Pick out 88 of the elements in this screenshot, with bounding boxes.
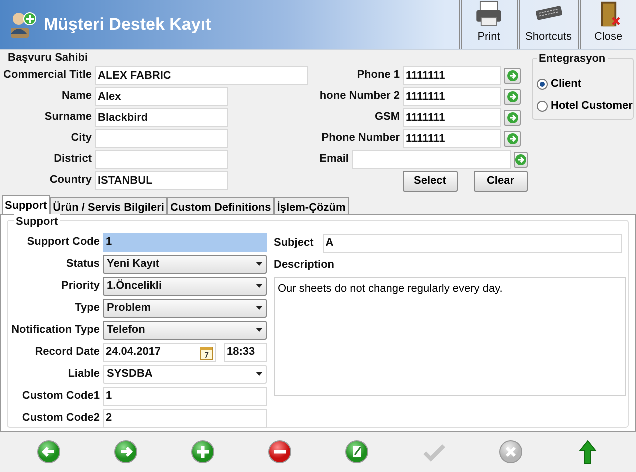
field-label: GSM (374, 110, 401, 126)
forward-icon (114, 440, 138, 464)
lookup-button[interactable] (514, 152, 528, 168)
lookup-button[interactable] (504, 110, 521, 126)
field-label: Email (318, 152, 350, 168)
dropdown[interactable]: SYSDBA (103, 364, 267, 384)
field-label: District (53, 152, 93, 168)
text-field[interactable]: Blackbird (95, 108, 228, 127)
text-field[interactable]: 1111111 (403, 108, 501, 127)
tab[interactable]: Support (2, 195, 50, 214)
lookup-button[interactable] (504, 68, 521, 84)
text-field[interactable]: 1111111 (403, 87, 501, 106)
field-label: Custom Code2 (21, 410, 101, 426)
group-title: Başvuru Sahibi (7, 52, 90, 65)
caret-icon (256, 328, 263, 332)
text-field[interactable] (352, 150, 511, 169)
text-field[interactable]: 1111111 (403, 66, 501, 85)
field-label: City (70, 131, 93, 146)
tab[interactable]: İşlem-Çözüm (274, 197, 349, 214)
action-button[interactable]: Select (403, 171, 458, 192)
field-label: Subject (274, 236, 314, 251)
add-button[interactable] (190, 440, 214, 464)
group-title: Entegrasyon (537, 51, 608, 68)
tab[interactable]: Custom Definitions (167, 197, 274, 214)
text-field[interactable] (95, 129, 228, 148)
text-field[interactable]: ISTANBUL (95, 171, 228, 190)
field-label: Custom Code1 (21, 388, 101, 404)
arrow-icon (515, 154, 527, 166)
tab[interactable]: Ürün / Servis Bilgileri (50, 197, 168, 214)
dropdown[interactable]: Telefon (103, 320, 267, 340)
arrow-icon (506, 70, 518, 82)
field-label: Commercial Title (2, 68, 93, 84)
window-title: Müşteri Destek Kayıt (44, 14, 212, 36)
field-label: Type (74, 300, 101, 316)
field-label: Support Code (26, 234, 101, 250)
field-label: Description (274, 258, 336, 273)
edit-button[interactable] (344, 440, 368, 464)
calendar-icon[interactable] (200, 344, 213, 360)
field-label: Country (48, 173, 93, 188)
back-icon (36, 440, 60, 464)
caret-icon (256, 284, 263, 288)
field-label: Phone Number (320, 131, 401, 146)
delete-icon (268, 440, 292, 464)
text-field[interactable]: 1111111 (403, 129, 501, 148)
caret-icon (256, 306, 263, 310)
field-label: hone Number 2 (318, 89, 401, 104)
group-title: Support (14, 214, 60, 230)
radio-option[interactable]: Hotel Customer (537, 95, 633, 117)
arrow-icon (506, 132, 518, 144)
text-field[interactable]: A (322, 234, 622, 252)
forward-button[interactable] (114, 440, 138, 464)
add-icon (190, 440, 214, 464)
field-label: Surname (44, 110, 93, 126)
description-field[interactable]: Our sheets do not change regularly every day. (274, 276, 626, 396)
dropdown[interactable]: 1.Öncelikli (103, 276, 267, 296)
text-field[interactable] (95, 150, 228, 169)
lookup-button[interactable] (504, 130, 521, 146)
user-add-icon (8, 10, 38, 40)
text-field[interactable]: 1 (103, 232, 267, 252)
arrow-icon (506, 112, 518, 124)
close-button[interactable]: Close (578, 0, 636, 49)
field-label: Phone 1 (356, 68, 401, 84)
print-button[interactable]: Print (458, 0, 517, 49)
lookup-button[interactable] (504, 88, 521, 104)
cancel-icon (498, 440, 522, 464)
edit-icon (344, 440, 368, 464)
field-label: Liable (67, 366, 101, 382)
text-field[interactable]: ALEX FABRIC (95, 66, 308, 85)
field-label: Record Date (34, 344, 101, 360)
delete-button[interactable] (268, 440, 292, 464)
caret-icon (256, 262, 263, 266)
dropdown[interactable]: Problem (103, 298, 267, 318)
text-field[interactable]: Alex (95, 87, 228, 106)
date-field[interactable]: 24.04.2017 (103, 342, 216, 362)
field-label: Priority (60, 278, 101, 294)
text-field[interactable]: 2 (103, 408, 267, 428)
arrow-icon (506, 90, 518, 102)
field-label: Name (61, 89, 93, 104)
radio-option[interactable]: Client (537, 73, 582, 95)
dropdown[interactable]: Yeni Kayıt (103, 254, 267, 274)
caret-icon (256, 372, 263, 376)
printer-icon (474, 0, 504, 28)
time-field[interactable]: 18:33 (224, 342, 267, 362)
action-button[interactable]: Clear (474, 171, 528, 192)
field-label: Notification Type (10, 322, 101, 338)
back-button[interactable] (36, 440, 60, 464)
field-label: Status (65, 256, 101, 272)
text-field[interactable]: 1 (103, 386, 267, 406)
